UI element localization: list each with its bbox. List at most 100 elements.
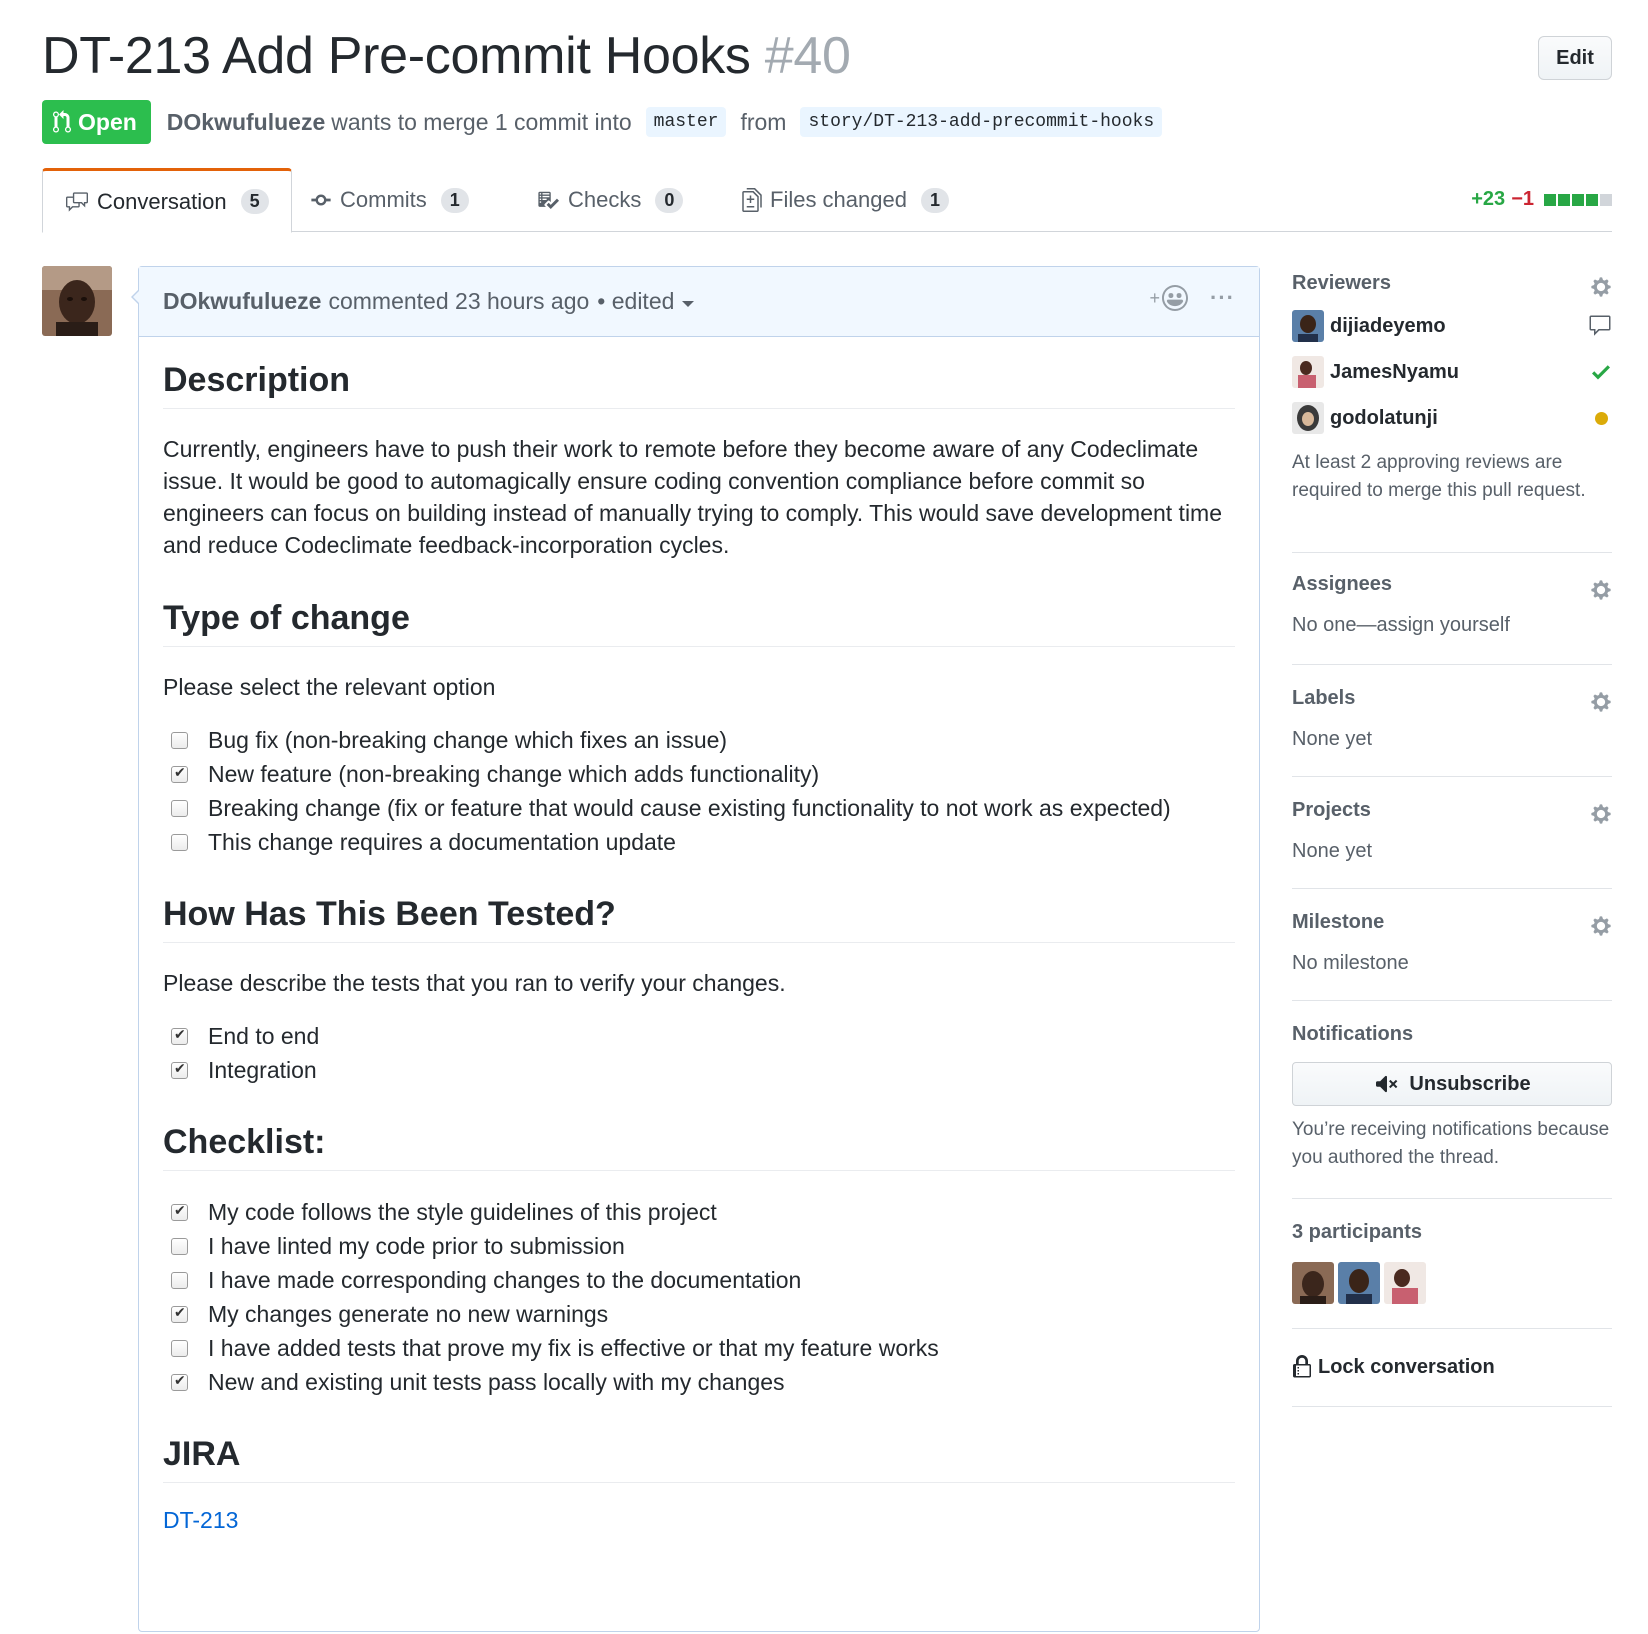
- sidebar: Reviewers dijiadeyemo JamesNyamu godolat…: [1292, 268, 1612, 1407]
- checkbox-unchecked[interactable]: [171, 731, 188, 749]
- task-label: My code follows the style guidelines of …: [208, 1198, 717, 1225]
- comment-author-link[interactable]: DOkwufulueze: [163, 288, 321, 315]
- diffstat-block: [1586, 193, 1598, 206]
- pr-tabs: Conversation 5 Commits 1 Checks 0 Files …: [42, 168, 1612, 233]
- task-label: I have added tests that prove my fix is …: [208, 1334, 939, 1361]
- tab-label: Files changed: [770, 187, 907, 212]
- type-heading: Type of change: [163, 599, 1235, 647]
- jira-link[interactable]: DT-213: [163, 1507, 238, 1533]
- author-avatar[interactable]: [42, 266, 112, 336]
- edit-button[interactable]: Edit: [1538, 36, 1612, 80]
- task-list-item: New feature (non-breaking change which a…: [163, 757, 1235, 791]
- checklist-icon: [538, 191, 559, 209]
- diffstat-block: [1544, 193, 1556, 206]
- checkbox-unchecked[interactable]: [171, 1237, 188, 1255]
- tab-count: 1: [920, 187, 949, 213]
- task-list-item: My code follows the style guidelines of …: [163, 1195, 1235, 1229]
- base-branch[interactable]: master: [645, 107, 727, 137]
- mute-icon: [1376, 1075, 1398, 1093]
- pr-number: #40: [764, 27, 851, 85]
- notifications-note: You’re receiving notifications because y…: [1292, 1119, 1610, 1168]
- tested-intro: Please describe the tests that you ran t…: [163, 970, 786, 996]
- task-list-item: My changes generate no new warnings: [163, 1297, 1235, 1331]
- type-of-change-list: Bug fix (non-breaking change which fixes…: [163, 723, 1235, 859]
- gear-icon[interactable]: [1590, 915, 1612, 937]
- checkbox-checked[interactable]: [171, 1060, 188, 1079]
- tab-commits[interactable]: Commits 1: [310, 168, 469, 232]
- lock-section: Lock conversation: [1292, 1329, 1612, 1407]
- gear-icon[interactable]: [1590, 803, 1612, 825]
- reviewers-heading[interactable]: Reviewers: [1292, 272, 1612, 295]
- reviewer-row: godolatunji: [1292, 395, 1612, 441]
- task-label: My changes generate no new warnings: [208, 1300, 609, 1327]
- comment-discussion-icon: [66, 191, 88, 212]
- task-label: Bug fix (non-breaking change which fixes…: [208, 726, 728, 753]
- merge-text: wants to merge 1 commit into: [331, 108, 632, 135]
- tab-conversation[interactable]: Conversation 5: [42, 168, 292, 233]
- assignees-heading[interactable]: Assignees: [1292, 573, 1612, 596]
- more-options-icon[interactable]: ···: [1210, 285, 1235, 311]
- reviewer-name[interactable]: dijiadeyemo: [1330, 315, 1446, 338]
- plus-icon: +: [1149, 287, 1161, 308]
- projects-section: Projects None yet: [1292, 777, 1612, 889]
- avatar[interactable]: [1292, 1262, 1334, 1304]
- edited-dropdown[interactable]: • edited: [597, 288, 695, 315]
- lock-label: Lock conversation: [1318, 1355, 1495, 1378]
- checkbox-unchecked[interactable]: [171, 1271, 188, 1289]
- tab-label: Conversation: [97, 188, 227, 214]
- tab-files-changed[interactable]: Files changed 1: [742, 168, 949, 232]
- projects-value: None yet: [1292, 840, 1373, 862]
- milestone-heading[interactable]: Milestone: [1292, 911, 1612, 934]
- diffstat-blocks: [1544, 193, 1612, 206]
- checkbox-checked[interactable]: [171, 1372, 188, 1391]
- task-list-item: New and existing unit tests pass locally…: [163, 1365, 1235, 1399]
- labels-section: Labels None yet: [1292, 665, 1612, 777]
- checkbox-unchecked[interactable]: [171, 1339, 188, 1357]
- avatar[interactable]: [1292, 310, 1324, 342]
- pr-description-comment: DOkwufulueze commented 23 hours ago • ed…: [131, 266, 1260, 1632]
- avatar[interactable]: [1292, 402, 1324, 434]
- checkbox-checked[interactable]: [171, 1202, 188, 1221]
- task-label: Breaking change (fix or feature that wou…: [208, 794, 1171, 821]
- checkbox-unchecked[interactable]: [171, 799, 188, 817]
- head-branch[interactable]: story/DT-213-add-precommit-hooks: [800, 107, 1163, 137]
- state-badge: Open: [42, 100, 151, 144]
- task-label: Integration: [208, 1056, 317, 1083]
- tab-label: Commits: [340, 187, 427, 212]
- checkbox-checked[interactable]: [171, 1026, 188, 1045]
- comment-actions: + ···: [1150, 285, 1236, 311]
- reviewer-name[interactable]: JamesNyamu: [1330, 361, 1459, 384]
- participants-heading: 3 participants: [1292, 1221, 1423, 1243]
- gear-icon[interactable]: [1590, 691, 1612, 713]
- avatar[interactable]: [1384, 1262, 1426, 1304]
- checkbox-unchecked[interactable]: [171, 833, 188, 851]
- tab-checks[interactable]: Checks 0: [536, 168, 684, 232]
- avatar[interactable]: [1292, 356, 1324, 388]
- tab-count: 0: [655, 187, 684, 213]
- reviewer-name[interactable]: godolatunji: [1330, 407, 1438, 430]
- checkbox-checked[interactable]: [171, 1304, 188, 1323]
- projects-heading[interactable]: Projects: [1292, 799, 1612, 822]
- add-reaction-button[interactable]: +: [1150, 285, 1189, 311]
- gear-icon[interactable]: [1590, 276, 1612, 298]
- avatar[interactable]: [1338, 1262, 1380, 1304]
- description-text: Currently, engineers have to push their …: [163, 436, 1223, 558]
- unsubscribe-button[interactable]: Unsubscribe: [1292, 1062, 1612, 1106]
- checkbox-checked[interactable]: [171, 764, 188, 783]
- pr-author-link[interactable]: DOkwufulueze: [167, 109, 325, 136]
- tab-count: 5: [240, 189, 269, 214]
- labels-heading[interactable]: Labels: [1292, 687, 1612, 710]
- assignees-value[interactable]: No one—assign yourself: [1292, 614, 1612, 637]
- state-label: Open: [78, 108, 137, 135]
- type-intro: Please select the relevant option: [163, 674, 496, 700]
- tab-label: Checks: [568, 187, 642, 212]
- task-list-item: Bug fix (non-breaking change which fixes…: [163, 723, 1235, 757]
- lock-conversation-link[interactable]: Lock conversation: [1292, 1355, 1612, 1379]
- labels-value: None yet: [1292, 728, 1373, 750]
- comment-body: Description Currently, engineers have to…: [139, 337, 1259, 1534]
- comment-timestamp[interactable]: commented 23 hours ago: [328, 288, 589, 315]
- milestone-section: Milestone No milestone: [1292, 889, 1612, 1001]
- task-label: This change requires a documentation upd…: [208, 828, 676, 855]
- comment-header: DOkwufulueze commented 23 hours ago • ed…: [139, 267, 1259, 337]
- gear-icon[interactable]: [1590, 579, 1612, 601]
